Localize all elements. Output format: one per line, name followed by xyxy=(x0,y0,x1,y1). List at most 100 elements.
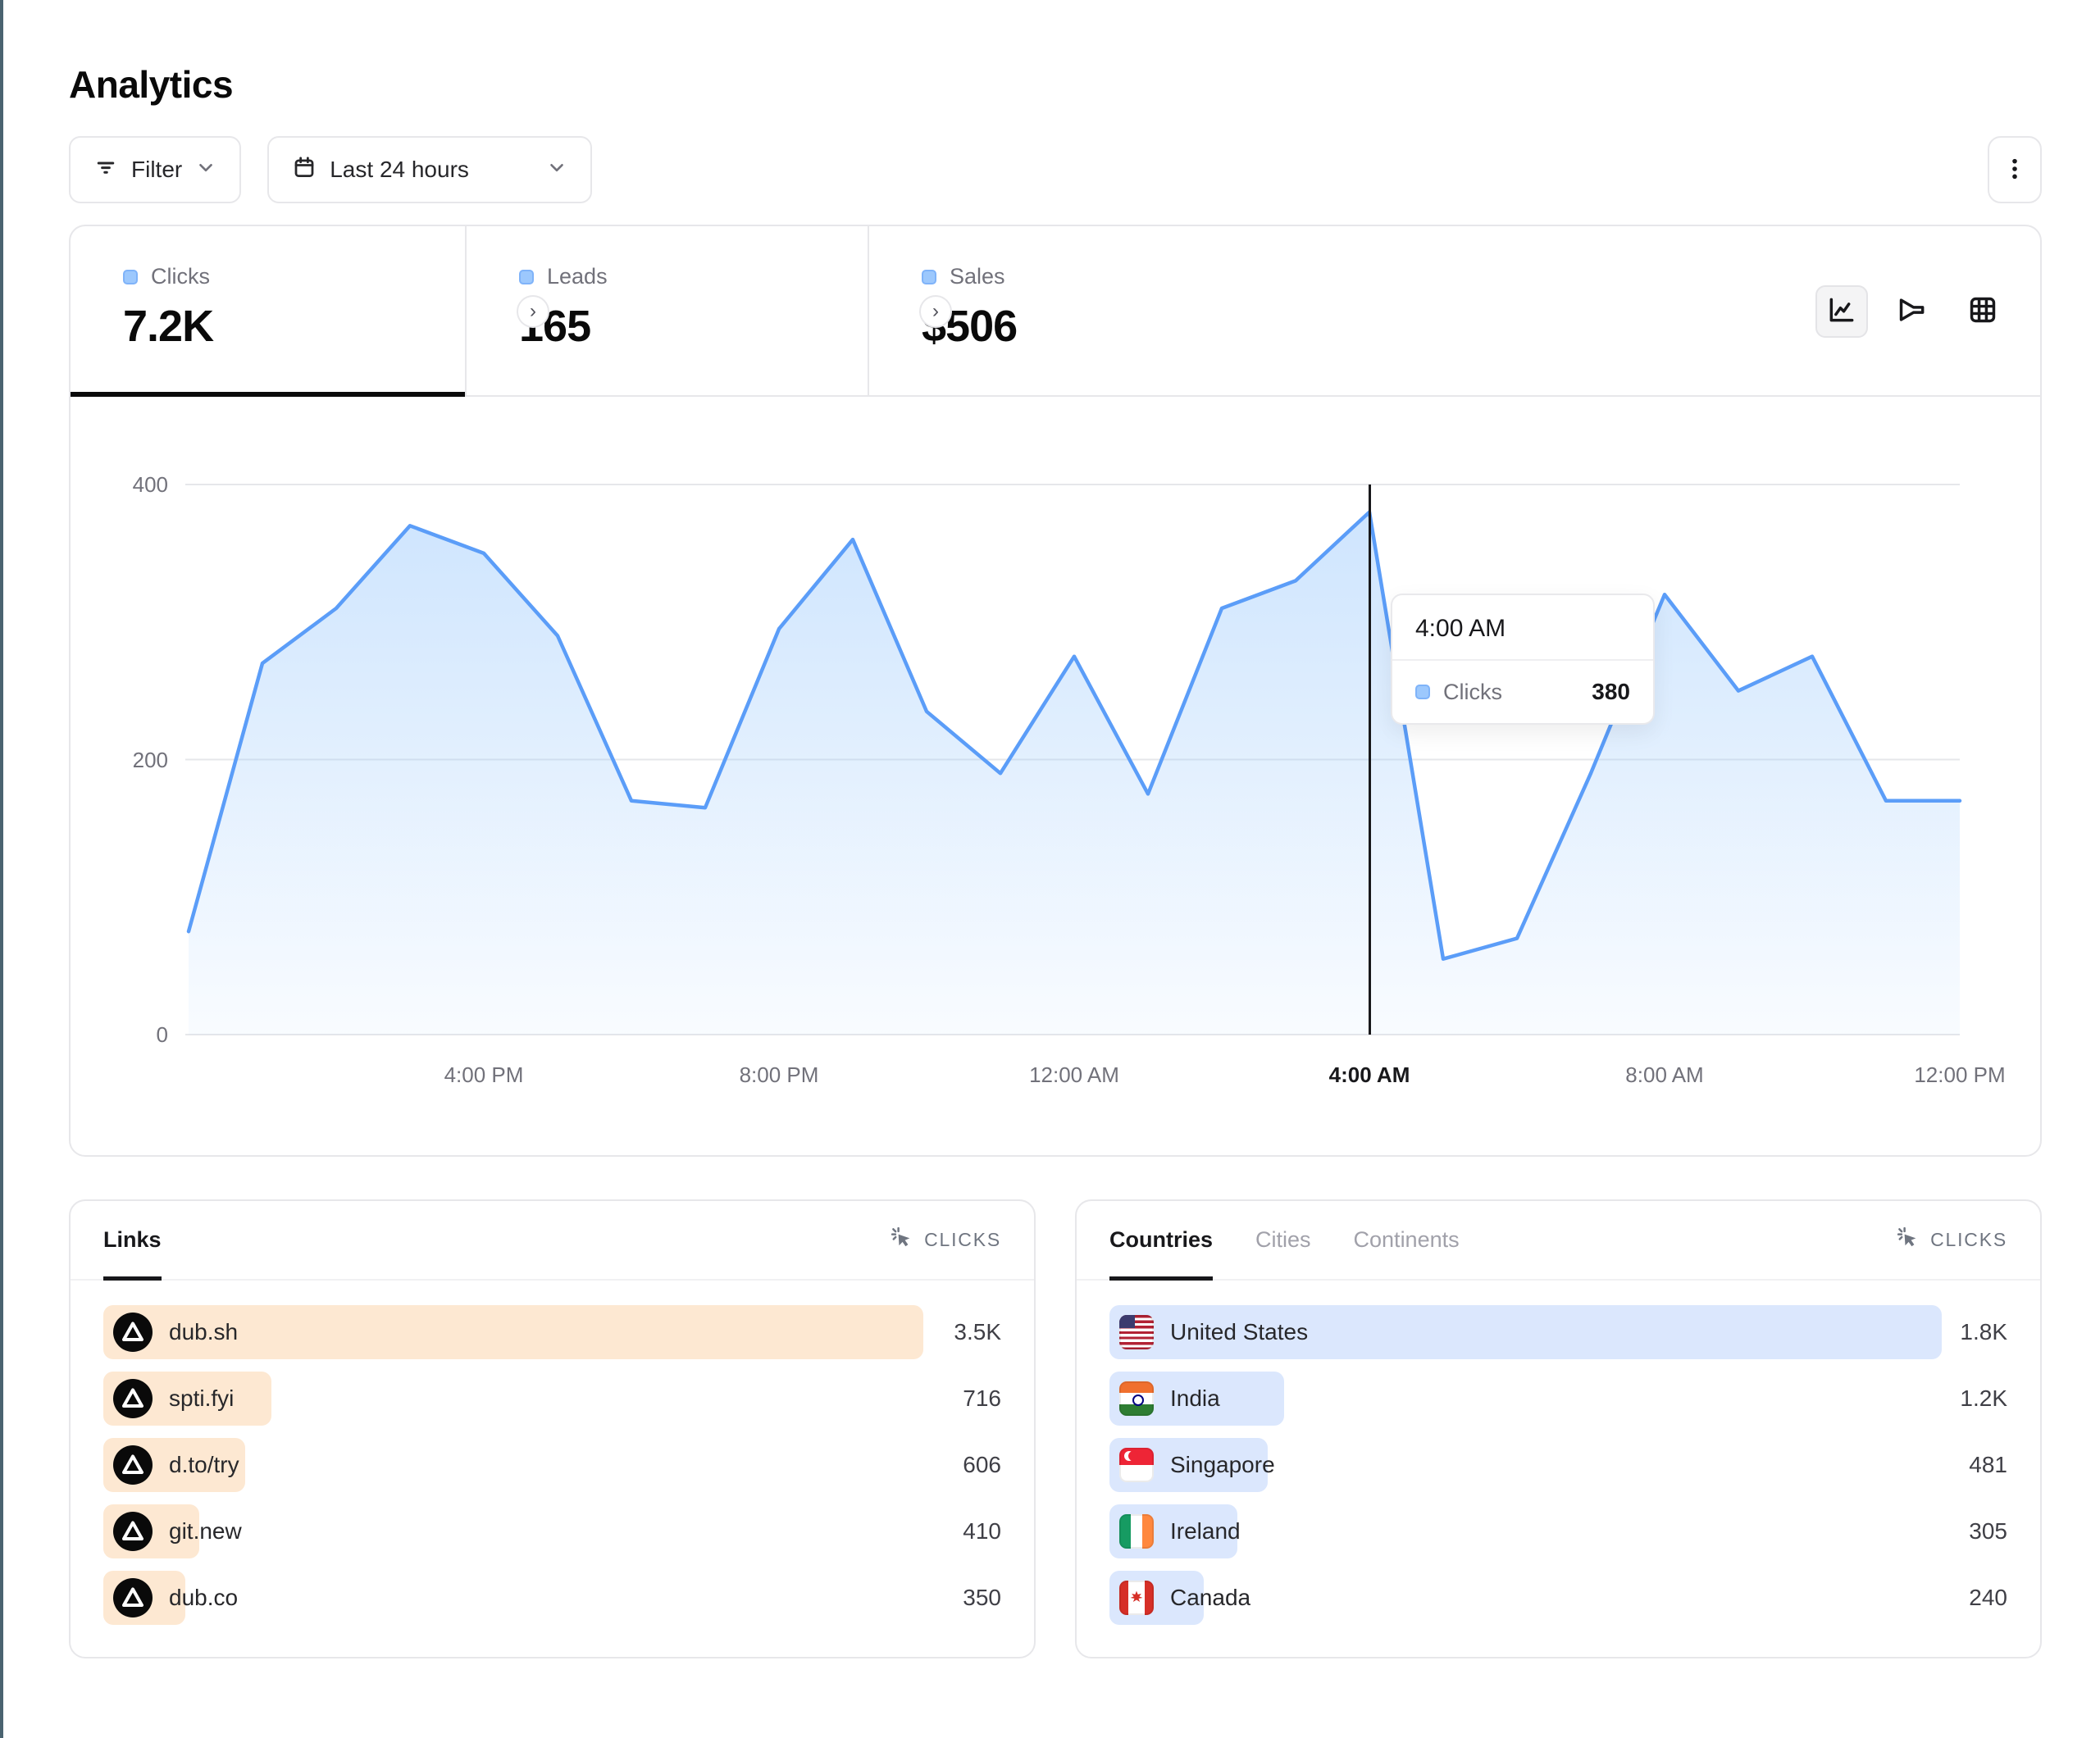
links-sort-by-clicks-button[interactable]: CLICKS xyxy=(890,1226,1001,1255)
stat-value: 165 xyxy=(519,301,868,352)
sort-label: CLICKS xyxy=(1930,1229,2007,1251)
links-panel: Links CLICKS dub.sh 3.5K xyxy=(69,1199,1036,1658)
x-tick-label: 12:00 PM xyxy=(1886,1062,2034,1088)
date-range-label: Last 24 hours xyxy=(330,157,469,183)
chevron-right-icon: › xyxy=(530,302,536,321)
grid-icon xyxy=(1967,294,1998,330)
more-options-button[interactable] xyxy=(1988,136,2042,203)
x-tick-label: 4:00 AM xyxy=(1296,1062,1443,1088)
country-label: United States xyxy=(1170,1319,1308,1345)
link-label: git.new xyxy=(169,1518,242,1545)
country-clicks-value: 240 xyxy=(1969,1571,2007,1625)
y-tick-label: 400 xyxy=(94,472,168,498)
list-item-country[interactable]: Ireland 305 xyxy=(1109,1504,2007,1558)
link-clicks-value: 606 xyxy=(963,1438,1001,1492)
us-flag-icon xyxy=(1119,1315,1154,1349)
dub-logo-icon xyxy=(113,1445,153,1485)
stats-header: Clicks 7.2K Leads 165 Sales $506 › › xyxy=(71,226,2040,397)
kebab-menu-icon xyxy=(2002,156,2028,184)
leads-legend-square xyxy=(519,270,534,284)
line-chart-view-button[interactable] xyxy=(1815,285,1868,338)
list-item-country[interactable]: Canada 240 xyxy=(1109,1571,2007,1625)
sort-label: CLICKS xyxy=(924,1229,1001,1251)
chevron-down-icon xyxy=(546,157,567,184)
chart-tooltip: 4:00 AM Clicks 380 xyxy=(1391,594,1655,725)
analytics-card: Clicks 7.2K Leads 165 Sales $506 › › xyxy=(69,225,2042,1157)
singapore-flag-icon xyxy=(1119,1448,1154,1482)
country-clicks-value: 481 xyxy=(1969,1438,2007,1492)
links-panel-header: Links CLICKS xyxy=(71,1201,1034,1281)
cursor-click-icon xyxy=(890,1226,914,1255)
list-item-country[interactable]: India 1.2K xyxy=(1109,1372,2007,1426)
link-clicks-value: 716 xyxy=(963,1372,1001,1426)
x-tick-label: 4:00 PM xyxy=(410,1062,558,1088)
link-label: dub.co xyxy=(169,1585,238,1611)
list-item-country[interactable]: United States 1.8K xyxy=(1109,1305,2007,1359)
funnel-chart-icon xyxy=(1897,294,1928,330)
table-view-button[interactable] xyxy=(1957,285,2009,338)
clicks-legend-square xyxy=(1415,685,1430,699)
line-chart-icon xyxy=(1826,294,1857,330)
date-range-button[interactable]: Last 24 hours xyxy=(267,136,592,203)
chart-canvas xyxy=(71,397,2029,1155)
dub-logo-icon xyxy=(113,1512,153,1551)
filter-button-label: Filter xyxy=(131,157,182,183)
page-title: Analytics xyxy=(69,0,2042,107)
cursor-click-icon xyxy=(1896,1226,1920,1255)
country-label: India xyxy=(1170,1385,1220,1412)
india-flag-icon xyxy=(1119,1381,1154,1416)
maple-leaf-icon xyxy=(1128,1590,1145,1606)
x-tick-label: 8:00 AM xyxy=(1591,1062,1738,1088)
country-clicks-value: 305 xyxy=(1969,1504,2007,1558)
clicks-area-chart[interactable]: 0 200 400 4:00 PM 8:00 PM 12:00 AM 4:00 AM 8:0… xyxy=(71,397,2040,1155)
countries-sort-by-clicks-button[interactable]: CLICKS xyxy=(1896,1226,2007,1255)
countries-panel-header: Countries Cities Continents CLICKS xyxy=(1077,1201,2040,1281)
funnel-view-button[interactable] xyxy=(1886,285,1938,338)
link-label: d.to/try xyxy=(169,1452,239,1478)
filter-icon xyxy=(93,155,118,185)
stat-label: Sales xyxy=(950,264,1005,289)
tab-clicks[interactable]: Clicks 7.2K xyxy=(71,226,465,395)
chart-view-switcher xyxy=(1815,285,2009,338)
list-item-link[interactable]: d.to/try 606 xyxy=(103,1438,1001,1492)
chart-crosshair xyxy=(1369,485,1371,1035)
list-item-link[interactable]: spti.fyi 716 xyxy=(103,1372,1001,1426)
country-label: Singapore xyxy=(1170,1452,1275,1478)
filter-button[interactable]: Filter xyxy=(69,136,241,203)
tooltip-series-label: Clicks xyxy=(1443,680,1502,705)
stat-label: Clicks xyxy=(151,264,210,289)
stat-value: $506 xyxy=(922,301,1294,352)
country-clicks-value: 1.8K xyxy=(1960,1305,2007,1359)
tab-links[interactable]: Links xyxy=(103,1201,162,1279)
tooltip-time: 4:00 AM xyxy=(1392,595,1653,659)
expand-leads-button[interactable]: › xyxy=(517,295,549,328)
ireland-flag-icon xyxy=(1119,1514,1154,1549)
list-item-link[interactable]: dub.co 350 xyxy=(103,1571,1001,1625)
link-label: spti.fyi xyxy=(169,1385,234,1412)
links-list: dub.sh 3.5K spti.fyi 716 d.t xyxy=(71,1281,1034,1625)
tab-continents[interactable]: Continents xyxy=(1354,1201,1460,1279)
tab-countries[interactable]: Countries xyxy=(1109,1201,1213,1279)
list-item-link[interactable]: dub.sh 3.5K xyxy=(103,1305,1001,1359)
country-label: Ireland xyxy=(1170,1518,1241,1545)
y-tick-label: 200 xyxy=(94,748,168,773)
canada-flag-icon xyxy=(1119,1581,1154,1615)
analytics-page: Analytics Filter Last 24 hours Clicks 7.… xyxy=(0,0,2100,1658)
list-item-link[interactable]: git.new 410 xyxy=(103,1504,1001,1558)
expand-sales-button[interactable]: › xyxy=(919,295,952,328)
countries-panel: Countries Cities Continents CLICKS Unite… xyxy=(1075,1199,2042,1658)
list-item-country[interactable]: Singapore 481 xyxy=(1109,1438,2007,1492)
stat-value: 7.2K xyxy=(123,301,465,352)
toolbar: Filter Last 24 hours xyxy=(69,136,2042,203)
dub-logo-icon xyxy=(113,1578,153,1617)
tab-cities[interactable]: Cities xyxy=(1255,1201,1311,1279)
x-tick-label: 8:00 PM xyxy=(705,1062,853,1088)
country-clicks-value: 1.2K xyxy=(1960,1372,2007,1426)
dub-logo-icon xyxy=(113,1379,153,1418)
sales-legend-square xyxy=(922,270,936,284)
calendar-icon xyxy=(292,155,317,185)
y-tick-label: 0 xyxy=(94,1022,168,1048)
chevron-down-icon xyxy=(195,157,216,184)
x-tick-label: 12:00 AM xyxy=(1000,1062,1148,1088)
tooltip-value: 380 xyxy=(1592,679,1630,705)
